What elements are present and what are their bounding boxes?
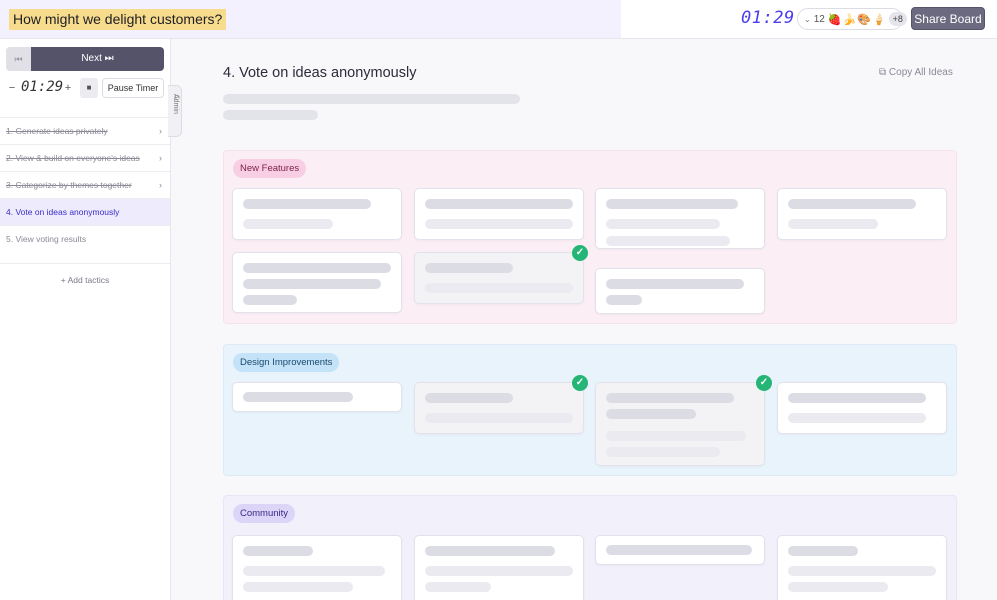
step-label: 2. View & build on everyone's ideas	[6, 153, 140, 163]
participant-count: 12	[813, 13, 825, 25]
category-label[interactable]: Community	[233, 504, 296, 523]
timer-stop-button[interactable]: ■	[80, 78, 98, 98]
step-item[interactable]: 3. Categorize by themes together ›	[0, 171, 170, 198]
timer-display: 01:29	[21, 79, 64, 95]
participants-pill[interactable]: ⌄ 12 🍓 🍌 🎨 🍦 +8	[797, 8, 907, 30]
vote-check-icon[interactable]: ✓	[756, 375, 772, 391]
avatar: 🍓	[827, 13, 842, 26]
idea-card[interactable]	[414, 535, 584, 600]
pause-timer-button[interactable]: Pause Timer	[102, 78, 164, 98]
idea-card[interactable]	[414, 188, 584, 240]
copy-icon: ⧉	[879, 67, 887, 78]
idea-card[interactable]	[232, 535, 402, 600]
idea-card-voted[interactable]	[595, 382, 765, 466]
vote-check-icon[interactable]: ✓	[572, 375, 588, 391]
copy-all-ideas-button[interactable]: ⧉ Copy All Ideas	[879, 67, 953, 78]
chevron-right-icon: ›	[159, 180, 162, 190]
step-item[interactable]: 1. Generate ideas privately ›	[0, 117, 170, 144]
idea-card[interactable]	[777, 535, 947, 600]
avatar: 🎨	[857, 13, 871, 26]
step-list: 1. Generate ideas privately › 2. View & b…	[0, 117, 170, 252]
idea-card[interactable]	[232, 252, 402, 313]
description-placeholder	[223, 110, 318, 120]
timer-increase-button[interactable]: +	[62, 78, 74, 98]
header: How might we delight customers? 01:29 ⌄ …	[0, 0, 997, 39]
avatar: 🍦	[871, 13, 886, 26]
idea-card-voted[interactable]	[414, 252, 584, 304]
chevron-down-icon: ⌄	[804, 14, 811, 24]
idea-card-voted[interactable]	[414, 382, 584, 434]
idea-card[interactable]	[232, 188, 402, 240]
step-label: 3. Categorize by themes together	[6, 180, 132, 190]
idea-card[interactable]	[595, 188, 765, 249]
category-label[interactable]: New Features	[233, 159, 307, 178]
description-placeholder	[223, 94, 520, 104]
header-title-area: How might we delight customers?	[0, 0, 621, 38]
share-board-button[interactable]: Share Board	[911, 7, 985, 30]
category-group-design-improvements: Design Improvements ✓ ✓	[223, 344, 957, 476]
vote-check-icon[interactable]: ✓	[572, 245, 588, 261]
timer-controls: − 01:29 + ■ Pause Timer	[6, 78, 164, 98]
avatar: 🍌	[842, 13, 857, 26]
chevron-right-icon: ›	[159, 126, 162, 136]
previous-step-button[interactable]: ⏮	[6, 47, 31, 71]
timer-decrease-button[interactable]: −	[6, 78, 18, 98]
category-group-new-features: New Features ✓	[223, 150, 957, 324]
step-label: 1. Generate ideas privately	[6, 126, 108, 136]
idea-card[interactable]	[777, 382, 947, 434]
main-content: 4. Vote on ideas anonymously ⧉ Copy All …	[171, 39, 997, 600]
header-timer: 01:29	[741, 8, 795, 28]
copy-all-label: Copy All Ideas	[888, 67, 953, 78]
idea-card[interactable]	[232, 382, 402, 412]
step-item[interactable]: 2. View & build on everyone's ideas ›	[0, 144, 170, 171]
step-label: 4. Vote on ideas anonymously	[6, 207, 120, 217]
idea-card[interactable]	[595, 535, 765, 565]
category-label[interactable]: Design Improvements	[233, 353, 340, 372]
sidebar: ⏮ Next ⏭ − 01:29 + ■ Pause Timer ⚇ Admin…	[0, 39, 182, 600]
participants-more-badge: +8	[888, 12, 907, 26]
idea-card[interactable]	[595, 268, 765, 314]
step-label: 5. View voting results	[6, 234, 87, 244]
idea-card[interactable]	[777, 188, 947, 240]
page-title: 4. Vote on ideas anonymously	[223, 65, 417, 81]
board-title[interactable]: How might we delight customers?	[9, 9, 227, 30]
next-step-button[interactable]: Next ⏭	[31, 47, 164, 71]
step-item[interactable]: 5. View voting results	[0, 225, 170, 252]
step-item-active[interactable]: 4. Vote on ideas anonymously	[0, 198, 170, 225]
skip-back-icon: ⏮	[14, 54, 23, 64]
chevron-right-icon: ›	[159, 153, 162, 163]
add-tactics-button[interactable]: + Add tactics	[0, 263, 170, 285]
category-group-community: Community	[223, 495, 957, 600]
